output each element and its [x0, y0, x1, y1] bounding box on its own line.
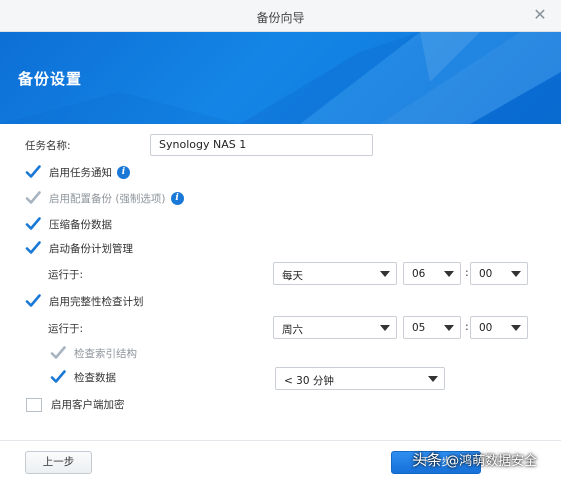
- enable-config-backup-label: 启用配置备份 (强制选项): [49, 192, 166, 205]
- header-banner: 备份设置: [0, 32, 561, 124]
- chevron-down-icon: [444, 325, 454, 331]
- integrity-run-label: 运行于:: [48, 323, 84, 335]
- watermark: 头条 @鸿萌数据安全: [412, 449, 537, 470]
- chevron-down-icon: [444, 271, 454, 277]
- schedule-minute-value: 00: [479, 268, 493, 280]
- time-separator: :: [465, 266, 469, 279]
- schedule-day-select[interactable]: 每天: [273, 262, 397, 285]
- enable-notify-label: 启用任务通知: [49, 166, 112, 179]
- check-index-checkbox: [50, 345, 66, 361]
- client-encrypt-option[interactable]: 启用客户端加密: [25, 397, 125, 412]
- schedule-run-row: 运行于:: [48, 267, 83, 282]
- check-data-label: 检查数据: [74, 371, 116, 384]
- integrity-hour-value: 05: [412, 322, 426, 334]
- enable-config-backup-checkbox: [25, 190, 41, 206]
- enable-schedule-label: 启动备份计划管理: [49, 242, 133, 255]
- check-data-checkbox[interactable]: [50, 369, 66, 385]
- client-encrypt-label: 启用客户端加密: [51, 399, 125, 411]
- chevron-down-icon: [380, 325, 390, 331]
- check-index-option: 检查索引结构: [50, 345, 137, 361]
- info-icon[interactable]: i: [117, 165, 130, 179]
- check-data-option[interactable]: 检查数据: [50, 369, 116, 385]
- check-index-label: 检查索引结构: [74, 347, 137, 360]
- previous-button[interactable]: 上一步: [25, 451, 92, 474]
- enable-config-backup-option: 启用配置备份 (强制选项) i: [25, 190, 184, 206]
- chevron-down-icon: [428, 376, 438, 382]
- info-icon[interactable]: i: [170, 191, 184, 205]
- enable-schedule-checkbox[interactable]: [25, 240, 41, 256]
- page-title: 备份设置: [18, 70, 83, 88]
- chevron-down-icon: [511, 325, 521, 331]
- chevron-down-icon: [511, 271, 521, 277]
- schedule-run-label: 运行于:: [48, 269, 84, 281]
- integrity-hour-select[interactable]: 05: [403, 316, 461, 339]
- compress-data-checkbox[interactable]: [25, 216, 41, 232]
- enable-schedule-option[interactable]: 启动备份计划管理: [25, 240, 133, 256]
- task-name-label: 任务名称:: [25, 140, 71, 152]
- schedule-day-value: 每天: [282, 270, 303, 282]
- title-bar: 备份向导 ✕: [0, 0, 561, 32]
- integrity-minute-select[interactable]: 00: [470, 316, 528, 339]
- schedule-hour-value: 06: [412, 268, 426, 280]
- integrity-day-select[interactable]: 周六: [273, 316, 397, 339]
- watermark-text: @鸿萌数据安全: [442, 454, 538, 469]
- integrity-run-row: 运行于:: [48, 321, 83, 336]
- check-duration-select[interactable]: < 30 分钟: [275, 367, 445, 390]
- task-name-row: 任务名称:: [25, 138, 71, 153]
- check-duration-value: < 30 分钟: [284, 375, 334, 387]
- window-title: 备份向导: [256, 11, 305, 25]
- schedule-hour-select[interactable]: 06: [403, 262, 461, 285]
- enable-integrity-checkbox[interactable]: [25, 293, 41, 309]
- chevron-down-icon: [380, 271, 390, 277]
- integrity-day-value: 周六: [282, 324, 303, 336]
- enable-notify-checkbox[interactable]: [25, 164, 41, 180]
- compress-data-option[interactable]: 压缩备份数据: [25, 216, 112, 232]
- backup-settings-form: 任务名称: Synology NAS 1 启用任务通知 i 启用配置备份 (强制…: [0, 124, 561, 440]
- task-name-input[interactable]: Synology NAS 1: [150, 134, 373, 156]
- client-encrypt-checkbox[interactable]: [26, 397, 42, 412]
- compress-data-label: 压缩备份数据: [49, 218, 112, 231]
- enable-notify-option[interactable]: 启用任务通知 i: [25, 164, 130, 180]
- enable-integrity-label: 启用完整性检查计划: [49, 295, 144, 308]
- watermark-prefix: 头条: [412, 451, 443, 469]
- enable-integrity-option[interactable]: 启用完整性检查计划: [25, 293, 144, 309]
- integrity-minute-value: 00: [479, 322, 493, 334]
- time-separator: :: [465, 320, 469, 333]
- close-icon[interactable]: ✕: [531, 6, 549, 24]
- schedule-minute-select[interactable]: 00: [470, 262, 528, 285]
- banner-graphic: [0, 32, 561, 124]
